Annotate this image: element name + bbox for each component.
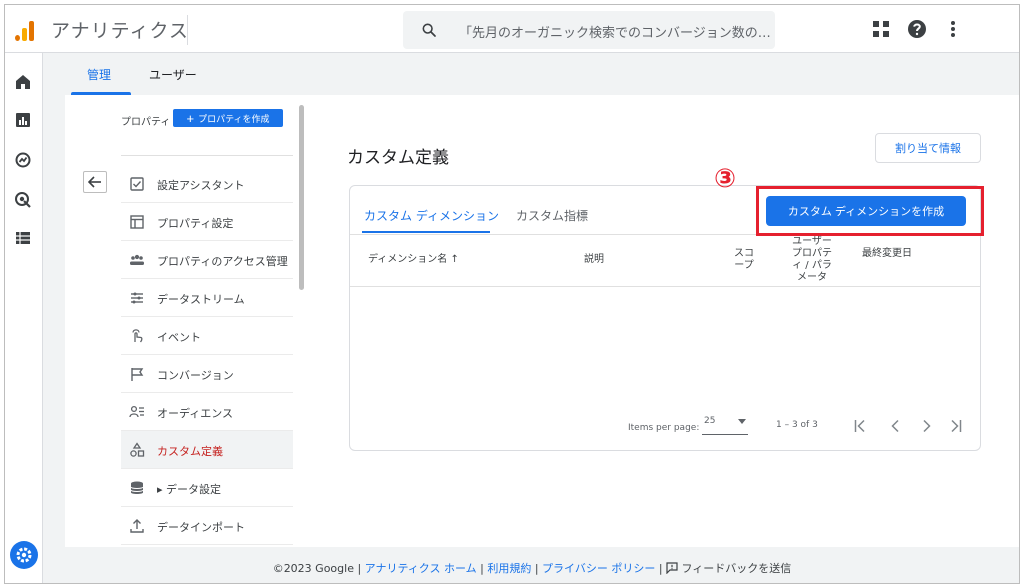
plus-icon: + (186, 110, 195, 126)
footer-link-terms[interactable]: 利用規約 (487, 562, 531, 575)
nav-divider (121, 155, 293, 156)
shapes-icon (130, 442, 145, 457)
reports-icon[interactable] (14, 111, 32, 129)
tab-custom-dimensions[interactable]: カスタム ディメンション (364, 207, 499, 224)
app-title: アナリティクス (51, 20, 189, 42)
nav-item-label: プロパティのアクセス管理 (157, 255, 288, 268)
dropdown-arrow-icon[interactable] (738, 419, 746, 425)
nav-scrollbar[interactable] (299, 105, 304, 290)
explore-icon[interactable] (14, 151, 32, 169)
step-marker: ③ (714, 164, 737, 194)
help-icon[interactable] (907, 19, 927, 39)
create-property-label: プロパティを作成 (198, 113, 270, 124)
audience-icon (129, 405, 144, 418)
back-button[interactable] (83, 171, 107, 193)
more-vert-icon[interactable] (943, 19, 963, 39)
tab-indicator (362, 231, 490, 233)
tab-user[interactable]: ユーザー (149, 66, 197, 83)
next-page-icon[interactable] (922, 419, 932, 433)
footer-feedback[interactable]: フィードバックを送信 (682, 562, 792, 575)
flag-icon (131, 368, 144, 381)
first-page-icon[interactable] (854, 419, 866, 433)
nav-item-label: オーディエンス (157, 407, 234, 420)
tab-admin[interactable]: 管理 (87, 66, 111, 83)
nav-item-label: データストリーム (157, 293, 245, 306)
nav-item-data-settings[interactable]: ▸ データ設定 (121, 469, 293, 507)
footer-copyright: ©2023 Google | (272, 562, 362, 575)
nav-item-label: コンバージョン (157, 369, 234, 382)
nav-item-label: カスタム定義 (157, 445, 223, 458)
nav-item-access-management[interactable]: プロパティのアクセス管理 (121, 241, 293, 279)
home-icon[interactable] (14, 73, 32, 91)
layout-icon (130, 215, 144, 229)
search-placeholder: 「先月のオーガニック検索でのコンバージョン数の… (459, 26, 771, 41)
left-rail (5, 53, 43, 583)
nav-item-label: データインポート (157, 521, 245, 534)
upload-icon (130, 519, 144, 533)
footer-link-privacy[interactable]: プライバシー ポリシー (542, 562, 655, 575)
column-header-dimension-name[interactable]: ディメンション名 ↑ (368, 254, 459, 266)
previous-page-icon[interactable] (890, 419, 900, 433)
column-header-user-property: ユーザープロパティ / パラメータ (792, 236, 832, 283)
database-icon (130, 481, 144, 494)
people-icon (130, 254, 144, 265)
nav-item-label: 設定アシスタント (157, 179, 245, 192)
nav-item-label: ▸ データ設定 (157, 483, 222, 496)
nav-item-label: イベント (157, 331, 201, 344)
nav-item-events[interactable]: イベント (121, 317, 293, 355)
nav-item-data-streams[interactable]: データストリーム (121, 279, 293, 317)
streams-icon (131, 292, 143, 304)
checkbox-icon (130, 177, 144, 191)
items-per-page-label: Items per page: (628, 423, 700, 433)
gear-icon (16, 547, 32, 563)
last-page-icon[interactable] (950, 419, 962, 433)
apps-grid-icon[interactable] (871, 19, 891, 39)
title-divider (187, 15, 188, 45)
items-per-page-value[interactable]: 25 (704, 416, 715, 426)
arrow-back-icon (88, 176, 101, 188)
feedback-icon[interactable] (666, 562, 678, 574)
property-label: プロパティ (121, 117, 171, 128)
nav-item-label: プロパティ設定 (157, 217, 234, 230)
items-per-page-underline (702, 434, 748, 435)
app-window: アナリティクス 「先月のオーガニック検索でのコンバージョン数の… 管理 ユーザー… (4, 4, 1020, 584)
column-header-description: 説明 (584, 254, 604, 265)
advertising-icon[interactable] (14, 191, 32, 209)
custom-definitions-panel: ③ カスタム ディメンション カスタム指標 カスタム ディメンションを作成 ディ… (349, 164, 984, 451)
nav-item-setup-assistant[interactable]: 設定アシスタント (121, 165, 293, 203)
tab-custom-metrics[interactable]: カスタム指標 (516, 207, 588, 224)
analytics-logo-icon[interactable] (15, 19, 37, 41)
highlight-box (756, 186, 984, 236)
column-header-scope: スコープ (734, 248, 754, 271)
page-title: カスタム定義 (347, 148, 449, 168)
expand-arrow-icon: ▸ (157, 483, 163, 496)
admin-gear-button[interactable] (10, 541, 38, 569)
nav-item-property-settings[interactable]: プロパティ設定 (121, 203, 293, 241)
create-property-button[interactable]: + プロパティを作成 (173, 109, 283, 127)
touch-icon (132, 329, 143, 343)
list-icon[interactable] (14, 229, 32, 247)
column-header-last-modified: 最終変更日 (862, 248, 912, 259)
admin-content: プロパティ + プロパティを作成 設定アシスタント プロパティ設定 プロパティの… (65, 95, 1019, 547)
nav-item-custom-definitions[interactable]: カスタム定義 (121, 431, 293, 469)
nav-item-data-import[interactable]: データインポート (121, 507, 293, 545)
admin-tabs: 管理 ユーザー (43, 53, 1019, 95)
quota-info-button[interactable]: 割り当て情報 (875, 133, 981, 163)
nav-item-conversions[interactable]: コンバージョン (121, 355, 293, 393)
table-header-divider (350, 286, 980, 287)
footer-link-home[interactable]: アナリティクス ホーム (365, 562, 477, 575)
search-bar[interactable]: 「先月のオーガニック検索でのコンバージョン数の… (403, 11, 775, 49)
nav-item-audiences[interactable]: オーディエンス (121, 393, 293, 431)
top-bar: アナリティクス 「先月のオーガニック検索でのコンバージョン数の… (5, 5, 1019, 53)
pagination-range: 1 – 3 of 3 (776, 420, 818, 430)
footer: ©2023 Google | アナリティクス ホーム | 利用規約 | プライバ… (272, 562, 792, 575)
search-icon (422, 23, 436, 37)
